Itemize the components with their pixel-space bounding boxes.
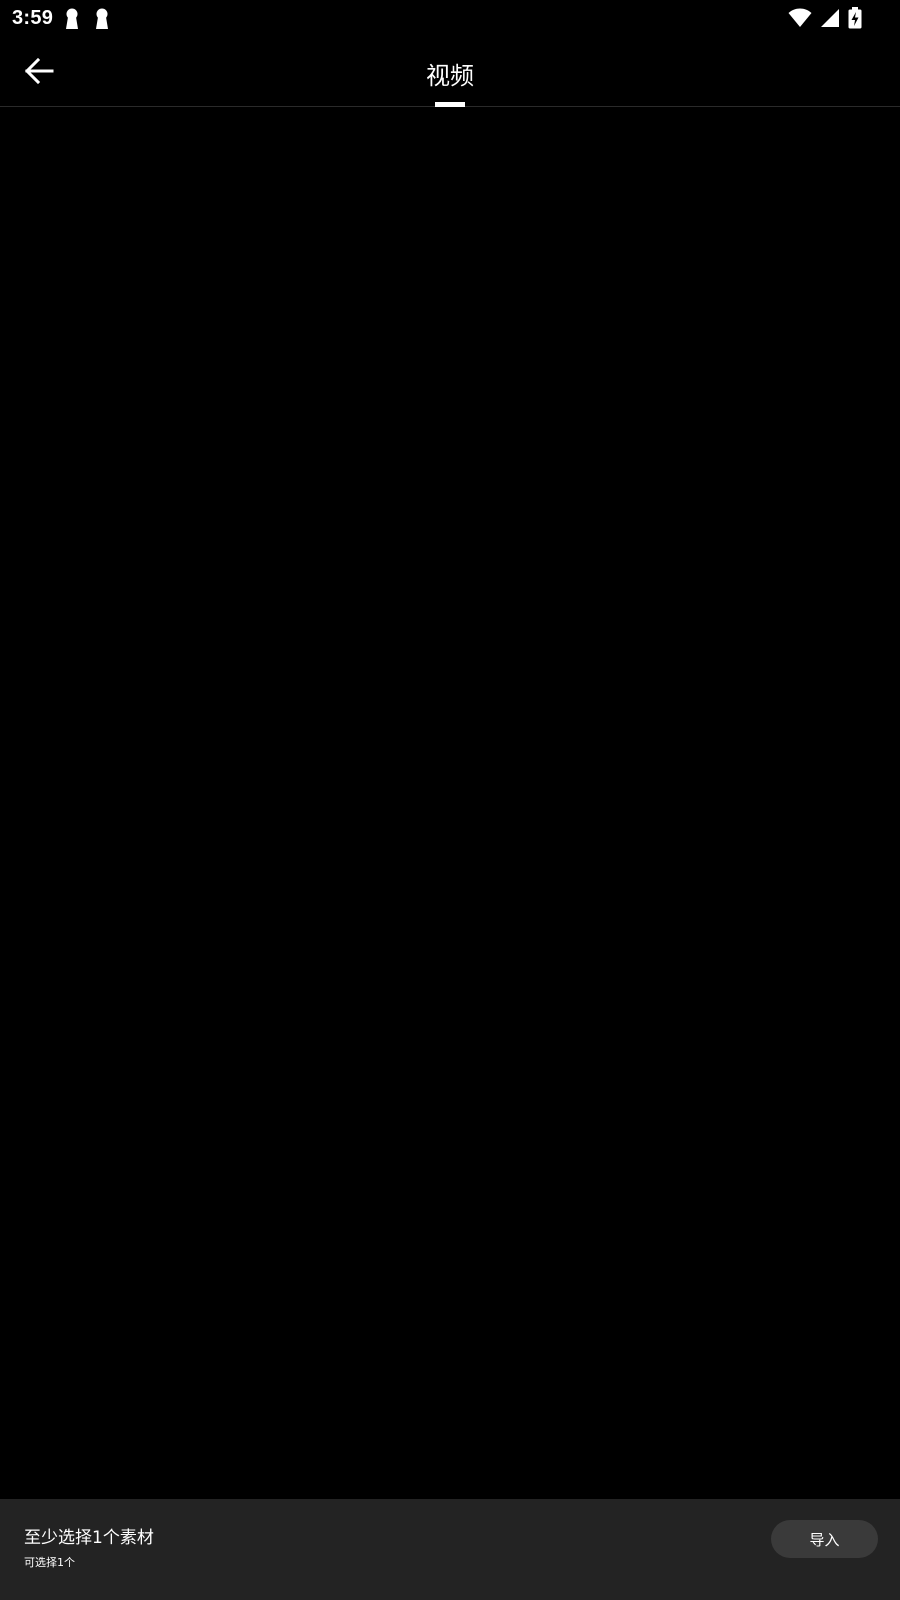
selection-hint-subtitle: 可选择1个 bbox=[24, 1556, 75, 1569]
cellular-signal-icon bbox=[820, 8, 840, 28]
keyhole-notification-icon bbox=[94, 8, 110, 30]
media-grid-area bbox=[0, 107, 900, 1499]
status-bar: 3:59 bbox=[0, 0, 900, 38]
screen: 3:59 视频 至少选择1个素材 可选择1个 导入 bbox=[0, 0, 900, 1600]
system-icons bbox=[788, 7, 862, 29]
arrow-left-icon bbox=[23, 57, 55, 89]
wifi-icon bbox=[788, 8, 812, 28]
selection-panel: 至少选择1个素材 可选择1个 导入 bbox=[0, 1499, 900, 1600]
tab-video[interactable]: 视频 bbox=[410, 38, 490, 107]
tab-label: 视频 bbox=[426, 62, 474, 90]
notification-icons bbox=[64, 8, 110, 30]
battery-charging-icon bbox=[848, 7, 862, 29]
app-bar: 视频 bbox=[0, 38, 900, 107]
import-button[interactable]: 导入 bbox=[771, 1520, 878, 1558]
back-button[interactable] bbox=[16, 50, 62, 96]
selection-hint-title: 至少选择1个素材 bbox=[24, 1528, 154, 1548]
status-time: 3:59 bbox=[12, 7, 54, 29]
keyhole-notification-icon bbox=[64, 8, 80, 30]
